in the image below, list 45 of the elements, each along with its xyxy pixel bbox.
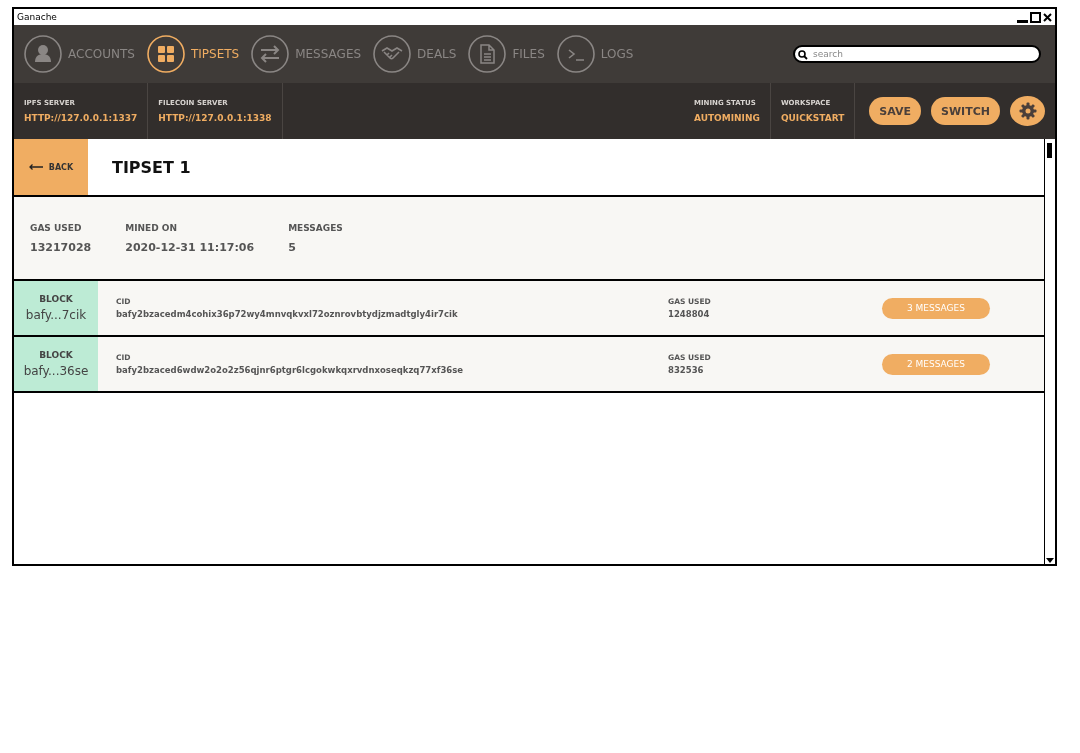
messages-button[interactable]: 2 MESSAGES <box>882 353 990 375</box>
nav-tab[interactable]: DEALS <box>373 35 457 73</box>
summary-label: GAS USED <box>30 222 83 233</box>
nav-tab[interactable]: FILES <box>468 35 545 73</box>
block-tag: BLOCK bafy...36se <box>14 337 98 391</box>
swap-arrows-icon <box>251 35 290 73</box>
server-address: HTTP://127.0.0.1:1338 <box>158 113 272 123</box>
handshake-icon <box>373 35 412 73</box>
cid-value: bafy2bzacedm4cohix36p72wy4mnvqkvxl72oznrovbtydjzmadtgly4ir7cik <box>116 309 459 319</box>
document-icon <box>468 35 507 73</box>
nav-tab[interactable]: TIPSETS <box>146 35 240 73</box>
nav-tab[interactable]: MESSAGES <box>251 35 362 73</box>
status-value: AUTOMINING <box>694 113 760 123</box>
scrollbar[interactable] <box>1044 139 1055 564</box>
summary-label: MESSAGES <box>288 222 343 233</box>
status-value: QUICKSTART <box>780 113 845 123</box>
server-address: HTTP://127.0.0.1:1337 <box>24 113 138 123</box>
grid-icon <box>146 35 185 73</box>
action-button[interactable]: SWITCH <box>931 97 1000 125</box>
action-button[interactable]: SAVE <box>869 97 922 125</box>
person-icon <box>24 35 62 73</box>
summary-value: 5 <box>288 240 297 254</box>
close-icon[interactable] <box>1043 12 1052 22</box>
scroll-thumb[interactable] <box>1047 143 1052 158</box>
scroll-down-icon[interactable] <box>1046 558 1054 563</box>
settings-button[interactable] <box>1010 96 1045 126</box>
summary-value: 13217028 <box>30 240 92 254</box>
search-icon <box>798 50 808 60</box>
messages-button[interactable]: 3 MESSAGES <box>882 297 990 319</box>
nav-tab[interactable]: LOGS <box>556 35 634 73</box>
terminal-icon <box>556 35 595 73</box>
nav-tab[interactable]: ACCOUNTS <box>24 35 135 73</box>
cid-value: bafy2bzaced6wdw2o2o2z56qjnr6ptgr6lcgokwkqxrvdnxoseqkzq77xf36se <box>116 365 465 375</box>
tipset-title: TIPSET 1 <box>112 157 191 177</box>
maximize-icon[interactable] <box>1030 11 1041 23</box>
summary-label: MINED ON <box>125 222 178 233</box>
settings-icon <box>1018 102 1037 120</box>
arrow-left-icon <box>28 164 43 170</box>
summary-value: 2020-12-31 11:17:06 <box>125 240 255 254</box>
search-field[interactable]: search <box>793 45 1041 63</box>
gas-value: 1248804 <box>668 309 711 319</box>
gas-value: 832536 <box>668 365 705 375</box>
window-title: Ganache <box>17 12 57 22</box>
block-tag: BLOCK bafy...7cik <box>14 281 98 335</box>
back-button[interactable]: BACK <box>14 139 88 195</box>
